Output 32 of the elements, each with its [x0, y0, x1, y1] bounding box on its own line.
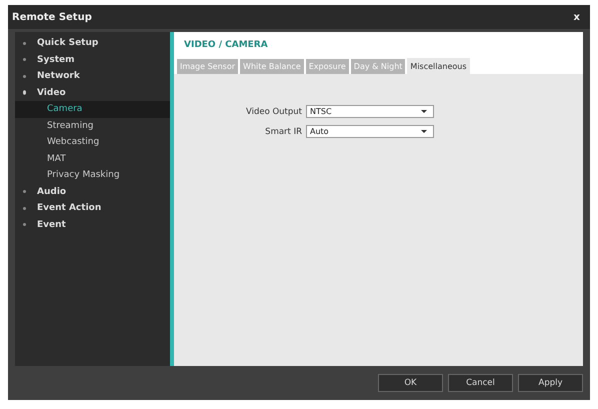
bullet-icon [23, 90, 26, 95]
sidebar-item[interactable]: Video [15, 84, 170, 101]
bullet-icon [23, 190, 26, 194]
sidebar-item[interactable]: Quick Setup [15, 35, 170, 52]
field-label: Smart IR [264, 126, 303, 136]
sidebar-item[interactable]: Network [15, 68, 170, 84]
sidebar-item[interactable]: Privacy Masking [15, 167, 170, 184]
bullet-icon [23, 74, 26, 78]
sidebar-item[interactable]: Camera [15, 101, 170, 118]
field-label: Video Output [244, 106, 303, 116]
dropdown-field[interactable]: Auto [306, 125, 434, 138]
sidebar-item[interactable]: Webcasting [15, 134, 170, 150]
window-title: Remote Setup [12, 12, 92, 22]
sidebar-item[interactable]: System [15, 52, 170, 68]
sidebar-item[interactable]: Event [15, 216, 170, 233]
sidebar-item[interactable]: Streaming [15, 118, 170, 134]
dropdown-field[interactable]: NTSC [306, 105, 434, 118]
bullet-icon [23, 58, 26, 62]
caret-icon [421, 130, 427, 133]
sidebar-item[interactable]: MAT [15, 150, 170, 167]
caret-icon [421, 110, 427, 113]
section-heading: VIDEO / CAMERA [184, 40, 268, 50]
dialog-button[interactable]: Apply [518, 374, 583, 392]
tab[interactable]: Miscellaneous [407, 58, 470, 74]
bullet-icon [23, 206, 26, 210]
bullet-icon [23, 223, 26, 226]
bullet-icon [23, 42, 26, 45]
sidebar-item[interactable]: Audio [15, 184, 170, 200]
dialog-button[interactable]: OK [378, 374, 443, 392]
dialog-button[interactable]: Cancel [448, 374, 513, 392]
sidebar-item[interactable]: Event Action [15, 200, 170, 216]
close-button[interactable]: x [572, 12, 582, 22]
